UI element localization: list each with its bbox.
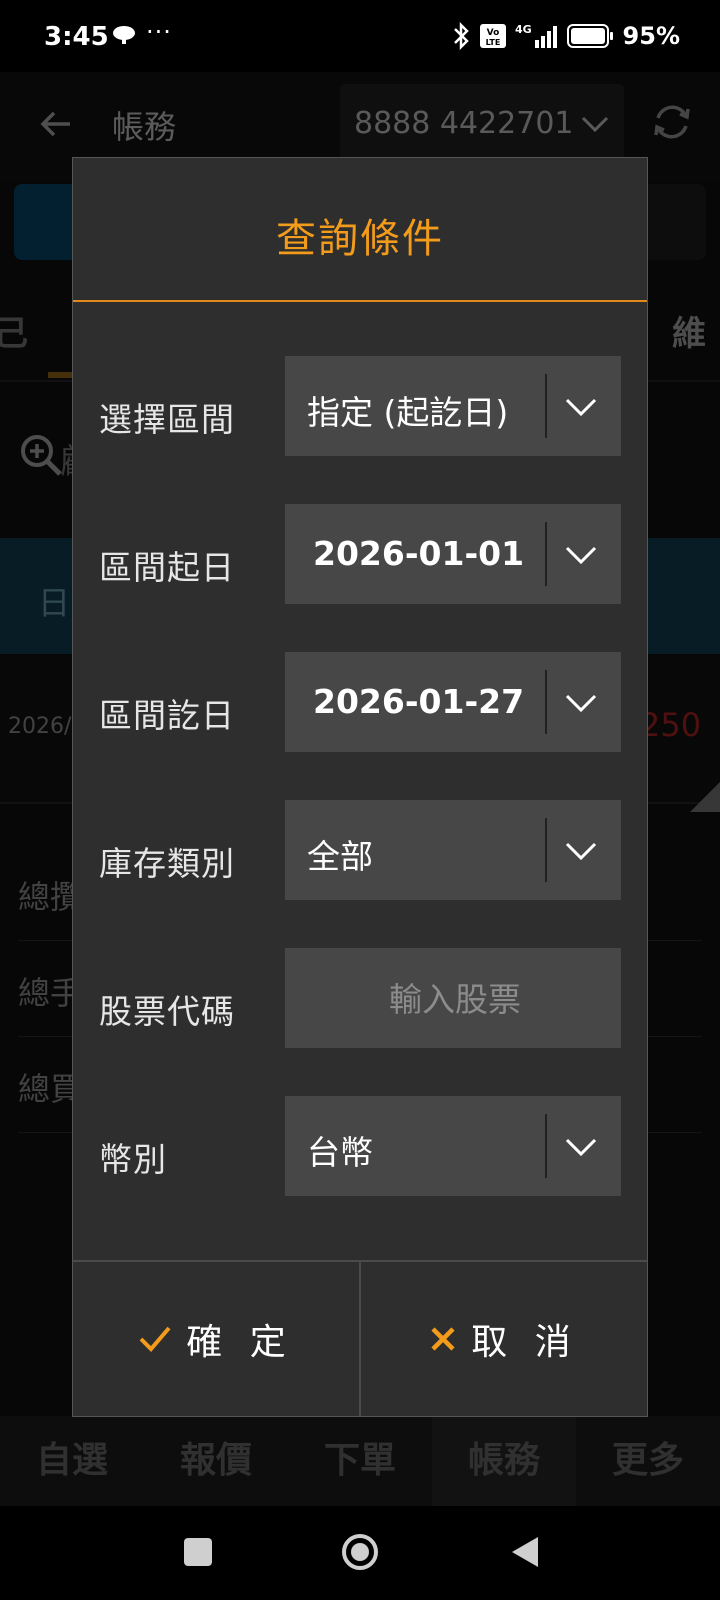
battery-icon	[566, 24, 613, 48]
recents-icon[interactable]	[184, 1538, 212, 1566]
currency-value: 台幣	[307, 1133, 373, 1172]
dialog-header: 查詢條件	[73, 158, 647, 302]
inventory-type-select[interactable]: 全部	[285, 800, 621, 900]
chevron-down-icon	[565, 398, 597, 417]
chevron-down-icon	[565, 842, 597, 861]
volte-icon: Vo LTE	[479, 24, 506, 48]
chevron-down-icon	[565, 546, 597, 565]
confirm-label: 確 定	[186, 1322, 294, 1363]
chevron-down-icon	[565, 1138, 597, 1157]
close-icon	[431, 1327, 455, 1351]
inventory-type-value: 全部	[307, 837, 373, 876]
divider	[545, 818, 547, 882]
start-date-select[interactable]: 2026-01-01	[285, 504, 621, 604]
bluetooth-icon	[453, 21, 469, 51]
field-label-currency: 幣別	[99, 1140, 167, 1179]
svg-text:Vo: Vo	[486, 28, 499, 38]
chevron-down-icon	[565, 694, 597, 713]
home-icon[interactable]	[340, 1532, 380, 1572]
field-label-end-date: 區間訖日	[99, 696, 235, 735]
divider	[545, 670, 547, 734]
divider	[545, 522, 547, 586]
period-select[interactable]: 指定 (起訖日)	[285, 356, 621, 456]
divider	[545, 374, 547, 438]
query-conditions-dialog: 查詢條件 選擇區間 指定 (起訖日) 區間起日 2026-01-01 區間訖日 …	[72, 157, 648, 1417]
field-label-inventory-type: 庫存類別	[99, 844, 235, 883]
currency-select[interactable]: 台幣	[285, 1096, 621, 1196]
status-time: 3:45	[44, 22, 109, 52]
svg-text:LTE: LTE	[485, 38, 500, 47]
field-label-period: 選擇區間	[99, 400, 235, 439]
stock-code-input[interactable]	[285, 948, 625, 1050]
divider	[545, 1114, 547, 1178]
more-notifications-icon: ···	[146, 18, 172, 46]
confirm-button[interactable]: 確 定	[73, 1262, 359, 1416]
signal-4g-icon: 4G	[515, 23, 557, 48]
checkmark-icon	[139, 1326, 171, 1352]
battery-percent: 95%	[622, 22, 680, 50]
field-label-start-date: 區間起日	[99, 548, 235, 587]
svg-text:4G: 4G	[515, 23, 532, 36]
status-bar: 3:45 ··· Vo LTE 4G 95%	[0, 0, 720, 72]
system-nav-bar	[0, 1506, 720, 1600]
end-date-select[interactable]: 2026-01-27	[285, 652, 621, 752]
start-date-value: 2026-01-01	[313, 534, 525, 573]
period-value: 指定 (起訖日)	[307, 393, 509, 432]
back-triangle-icon[interactable]	[508, 1534, 542, 1570]
weather-cloud-icon	[113, 26, 135, 44]
dialog-title: 查詢條件	[276, 216, 444, 262]
cancel-label: 取 消	[471, 1322, 579, 1363]
end-date-value: 2026-01-27	[313, 682, 525, 721]
stock-code-field	[285, 948, 625, 1050]
dialog-button-bar: 確 定 取 消	[73, 1260, 647, 1416]
field-label-stock-code: 股票代碼	[99, 992, 235, 1031]
cancel-button[interactable]: 取 消	[359, 1262, 647, 1416]
